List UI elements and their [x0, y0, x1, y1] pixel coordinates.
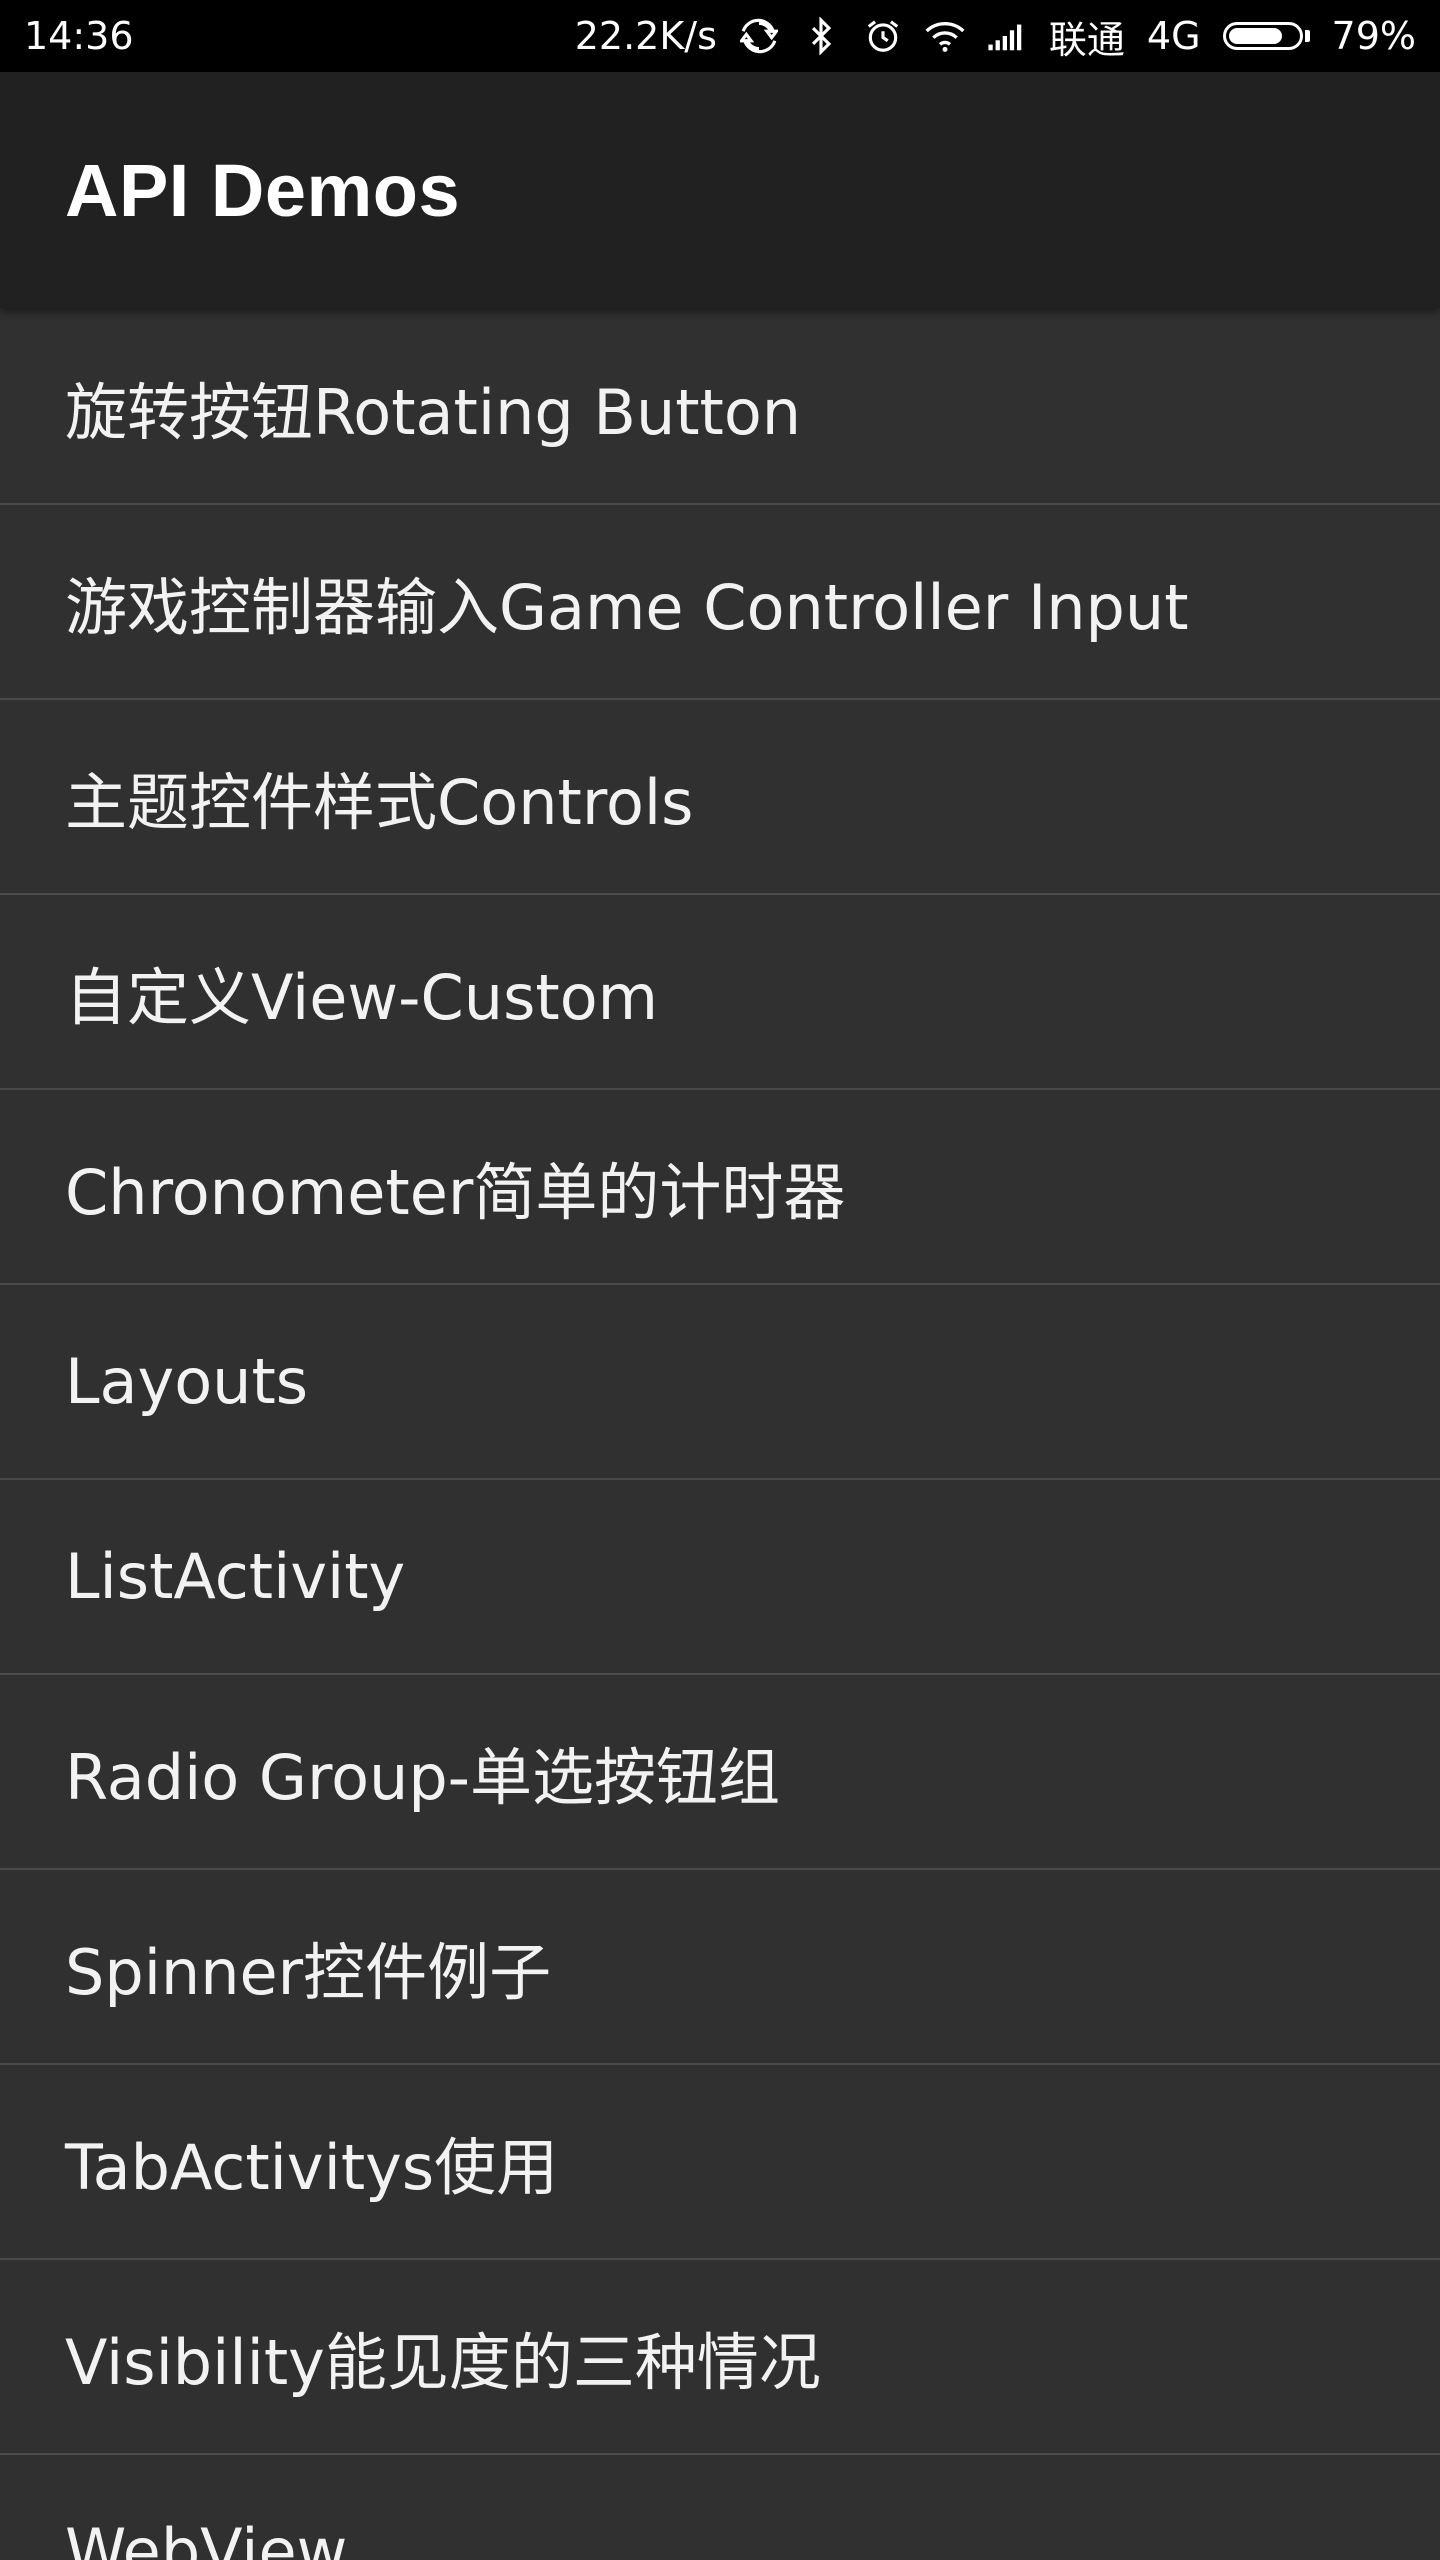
list-item-visibility[interactable]: Visibility能见度的三种情况: [0, 2260, 1440, 2455]
bluetooth-icon: [801, 16, 841, 56]
list-item-controls[interactable]: 主题控件样式Controls: [0, 700, 1440, 895]
status-bar: 14:36 22.2K/s 联通 4G 79%: [0, 0, 1440, 72]
list-item-layouts[interactable]: Layouts: [0, 1285, 1440, 1480]
demo-list[interactable]: 旋转按钮Rotating Button 游戏控制器输入Game Controll…: [0, 310, 1440, 2560]
list-item-label: 旋转按钮Rotating Button: [65, 375, 802, 449]
net-speed: 22.2K/s: [574, 14, 717, 58]
signal-icon: [987, 16, 1027, 56]
battery-percent: 79%: [1331, 14, 1416, 58]
list-item-label: Layouts: [65, 1345, 309, 1418]
list-item-chronometer[interactable]: Chronometer简单的计时器: [0, 1090, 1440, 1285]
list-item-label: Chronometer简单的计时器: [65, 1155, 846, 1229]
list-item-label: 游戏控制器输入Game Controller Input: [65, 570, 1189, 644]
app-bar: API Demos: [0, 72, 1440, 308]
list-item-label: WebView: [65, 2515, 348, 2560]
list-item-game-controller-input[interactable]: 游戏控制器输入Game Controller Input: [0, 505, 1440, 700]
list-item-label: Radio Group-单选按钮组: [65, 1740, 781, 1814]
wifi-icon: [925, 16, 965, 56]
list-item-label: TabActivitys使用: [65, 2130, 559, 2204]
carrier-label: 联通: [1048, 17, 1125, 62]
status-time: 14:36: [24, 14, 134, 58]
list-item-label: 自定义View-Custom: [65, 960, 659, 1034]
status-icons: 22.2K/s 联通 4G 79%: [575, 9, 1416, 64]
battery-icon: [1222, 22, 1310, 50]
network-type: 4G: [1146, 14, 1201, 58]
list-item-label: ListActivity: [65, 1540, 406, 1613]
list-item-spinner[interactable]: Spinner控件例子: [0, 1870, 1440, 2065]
alarm-icon: [863, 16, 903, 56]
list-item-view-custom[interactable]: 自定义View-Custom: [0, 895, 1440, 1090]
list-item-label: Spinner控件例子: [65, 1935, 552, 2009]
list-item-rotating-button[interactable]: 旋转按钮Rotating Button: [0, 310, 1440, 505]
list-item-webview[interactable]: WebView: [0, 2455, 1440, 2560]
list-item-listactivity[interactable]: ListActivity: [0, 1480, 1440, 1675]
list-item-label: 主题控件样式Controls: [65, 765, 694, 839]
list-item-label: Visibility能见度的三种情况: [65, 2325, 821, 2399]
list-item-tabactivitys[interactable]: TabActivitys使用: [0, 2065, 1440, 2260]
app-title: API Demos: [65, 148, 461, 232]
sync-icon: [739, 16, 779, 56]
list-item-radio-group[interactable]: Radio Group-单选按钮组: [0, 1675, 1440, 1870]
